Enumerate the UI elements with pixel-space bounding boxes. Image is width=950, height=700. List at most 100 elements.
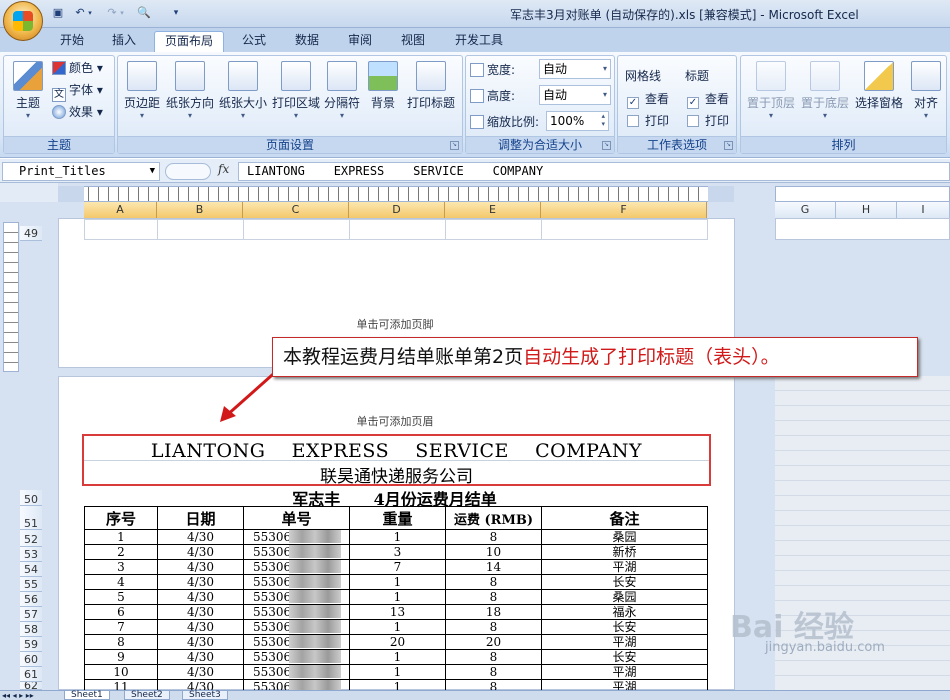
cell-no[interactable]: 6 bbox=[84, 604, 158, 620]
cell-tracking[interactable]: 55306 bbox=[243, 589, 350, 605]
tab-view[interactable]: 视图 bbox=[391, 31, 435, 52]
cell-no[interactable]: 10 bbox=[84, 664, 158, 680]
spinner-arrows-icon[interactable]: ▴ ▾ bbox=[601, 112, 608, 128]
column-header-d[interactable]: D bbox=[349, 202, 445, 218]
breaks-button[interactable]: 分隔符 ▾ bbox=[322, 59, 362, 131]
row-header[interactable]: 60 bbox=[20, 652, 42, 667]
cell-weight[interactable]: 3 bbox=[349, 544, 446, 560]
scale-launcher-icon[interactable]: ↘ bbox=[602, 141, 611, 150]
insert-function-icon[interactable]: fx bbox=[218, 162, 229, 176]
row-header[interactable]: 52 bbox=[20, 532, 42, 547]
sheet-nav-icon[interactable]: ◂◂ ◂ ▸ ▸▸ bbox=[2, 691, 34, 700]
cell-weight[interactable]: 1 bbox=[349, 529, 446, 545]
header-note[interactable]: 备注 bbox=[541, 506, 708, 530]
tab-formulas[interactable]: 公式 bbox=[232, 31, 276, 52]
cell-tracking[interactable]: 55306 bbox=[243, 529, 350, 545]
cell-fee[interactable]: 10 bbox=[445, 544, 542, 560]
cell-no[interactable]: 9 bbox=[84, 649, 158, 665]
cell-no[interactable]: 1 bbox=[84, 529, 158, 545]
cell-date[interactable]: 4/30 bbox=[157, 529, 244, 545]
headings-print-checkbox[interactable]: 打印 bbox=[687, 112, 729, 132]
cell-tracking[interactable]: 55306 bbox=[243, 619, 350, 635]
name-box[interactable]: Print_Titles ▼ bbox=[2, 162, 160, 181]
cell-fee[interactable]: 8 bbox=[445, 574, 542, 590]
row-header[interactable]: 61 bbox=[20, 667, 42, 682]
cell-note[interactable]: 福永 bbox=[541, 604, 708, 620]
selection-pane-button[interactable]: 选择窗格 bbox=[853, 59, 905, 131]
save-icon[interactable]: ▣ bbox=[50, 5, 66, 21]
cell-date[interactable]: 4/30 bbox=[157, 574, 244, 590]
cell-no[interactable]: 7 bbox=[84, 619, 158, 635]
tab-developer[interactable]: 开发工具 bbox=[444, 31, 514, 52]
cell-note[interactable]: 长安 bbox=[541, 574, 708, 590]
height-dropdown[interactable]: 自动 ▾ bbox=[539, 85, 611, 105]
column-header-i[interactable]: I bbox=[897, 202, 950, 218]
formula-input[interactable]: LIANTONG EXPRESS SERVICE COMPANY bbox=[238, 162, 950, 181]
cell-fee[interactable]: 8 bbox=[445, 619, 542, 635]
headings-view-checkbox[interactable]: ✓ 查看 bbox=[687, 90, 729, 110]
row-header[interactable]: 53 bbox=[20, 547, 42, 562]
sheet-tab-3[interactable]: Sheet3 bbox=[182, 691, 228, 700]
fonts-button[interactable]: 文字体 ▾ bbox=[52, 81, 103, 102]
row-header[interactable]: 54 bbox=[20, 562, 42, 577]
cell-no[interactable]: 2 bbox=[84, 544, 158, 560]
cell-date[interactable]: 4/30 bbox=[157, 649, 244, 665]
select-all-corner[interactable] bbox=[0, 183, 58, 202]
sheet-tab-2[interactable]: Sheet2 bbox=[124, 691, 170, 700]
cell-weight[interactable]: 1 bbox=[349, 619, 446, 635]
cell-note[interactable]: 平湖 bbox=[541, 664, 708, 680]
header-hint[interactable]: 单击可添加页眉 bbox=[300, 413, 490, 429]
row-header[interactable]: 62 bbox=[20, 682, 42, 690]
header-weight[interactable]: 重量 bbox=[349, 506, 446, 530]
cell-fee[interactable]: 8 bbox=[445, 589, 542, 605]
column-header-c[interactable]: C bbox=[243, 202, 349, 218]
row-header[interactable]: 56 bbox=[20, 592, 42, 607]
cell-no[interactable]: 5 bbox=[84, 589, 158, 605]
tab-review[interactable]: 审阅 bbox=[338, 31, 382, 52]
column-header-b[interactable]: B bbox=[157, 202, 243, 218]
cell-no[interactable]: 4 bbox=[84, 574, 158, 590]
office-button[interactable] bbox=[3, 1, 43, 41]
cell-weight[interactable]: 1 bbox=[349, 649, 446, 665]
cell-date[interactable]: 4/30 bbox=[157, 619, 244, 635]
formula-expand-control[interactable] bbox=[165, 163, 211, 180]
cell-tracking[interactable]: 55306 bbox=[243, 634, 350, 650]
row-header[interactable]: 57 bbox=[20, 607, 42, 622]
cell-weight[interactable]: 20 bbox=[349, 634, 446, 650]
cell-date[interactable]: 4/30 bbox=[157, 604, 244, 620]
print-preview-icon[interactable]: 🔍 bbox=[136, 5, 152, 21]
cell-fee[interactable]: 14 bbox=[445, 559, 542, 575]
cell-note[interactable]: 平湖 bbox=[541, 559, 708, 575]
background-button[interactable]: 背景 bbox=[366, 59, 400, 131]
column-header-g[interactable]: G bbox=[775, 202, 836, 218]
cell-weight[interactable]: 1 bbox=[349, 589, 446, 605]
cell-fee[interactable]: 8 bbox=[445, 664, 542, 680]
size-button[interactable]: 纸张大小 ▾ bbox=[217, 59, 269, 131]
colors-button[interactable]: 颜色 ▾ bbox=[52, 59, 103, 79]
cell-note[interactable]: 新桥 bbox=[541, 544, 708, 560]
orientation-button[interactable]: 纸张方向 ▾ bbox=[164, 59, 216, 131]
column-header-e[interactable]: E bbox=[445, 202, 541, 218]
cell-tracking[interactable]: 55306 bbox=[243, 649, 350, 665]
cell-no[interactable]: 3 bbox=[84, 559, 158, 575]
cell-date[interactable]: 4/30 bbox=[157, 634, 244, 650]
row-header[interactable]: 51 bbox=[20, 516, 42, 530]
footer-hint[interactable]: 单击可添加页脚 bbox=[300, 316, 490, 332]
column-header-a[interactable]: A bbox=[84, 202, 157, 218]
cell-note[interactable]: 桑园 bbox=[541, 529, 708, 545]
bring-to-front-button[interactable]: 置于顶层 ▾ bbox=[745, 59, 797, 131]
cell-tracking[interactable]: 55306 bbox=[243, 574, 350, 590]
cell-weight[interactable]: 7 bbox=[349, 559, 446, 575]
redo-dropdown-icon[interactable]: ▾ bbox=[118, 5, 126, 21]
print-titles-button[interactable]: 打印标题 bbox=[404, 59, 458, 131]
column-header-f[interactable]: F bbox=[541, 202, 707, 218]
cell-date[interactable]: 4/30 bbox=[157, 589, 244, 605]
cell-tracking[interactable]: 55306 bbox=[243, 604, 350, 620]
cell-date[interactable]: 4/30 bbox=[157, 544, 244, 560]
send-to-back-button[interactable]: 置于底层 ▾ bbox=[799, 59, 851, 131]
column-header-h[interactable]: H bbox=[836, 202, 897, 218]
name-box-dropdown-icon[interactable]: ▼ bbox=[150, 163, 155, 180]
sheet-tab-1[interactable]: Sheet1 bbox=[64, 691, 110, 700]
header-tracking[interactable]: 单号 bbox=[243, 506, 350, 530]
tab-home[interactable]: 开始 bbox=[50, 31, 94, 52]
